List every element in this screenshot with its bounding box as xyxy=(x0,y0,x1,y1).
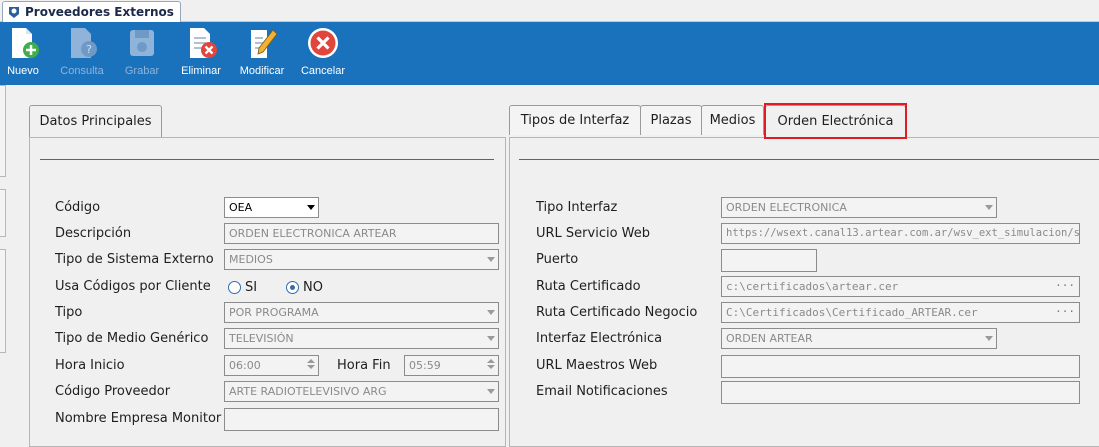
url-maestros-label: URL Maestros Web xyxy=(536,358,658,373)
ruta-cert-neg-field[interactable]: C:\Certificados\Certificado_ARTEAR.cer ·… xyxy=(721,302,1080,323)
new-document-icon xyxy=(12,28,39,58)
modificar-button[interactable]: Modificar xyxy=(233,26,291,77)
tab-datos-principales[interactable]: Datos Principales xyxy=(29,105,162,137)
radio-no-label: NO xyxy=(303,280,323,295)
save-icon xyxy=(130,30,154,56)
tab-label: Medios xyxy=(709,113,756,128)
nombre-empresa-field[interactable] xyxy=(224,408,499,431)
browse-ellipsis-icon[interactable]: ··· xyxy=(1055,279,1075,292)
tipo-medio-label: Tipo de Medio Genérico xyxy=(55,331,209,346)
query-document-icon: ? xyxy=(71,28,97,58)
tipo-medio-value: TELEVISIÓN xyxy=(229,332,294,345)
usa-codigos-label: Usa Códigos por Cliente xyxy=(55,279,211,294)
browse-ellipsis-icon[interactable]: ··· xyxy=(1055,305,1075,318)
tipo-sistema-select[interactable]: MEDIOS xyxy=(224,249,499,270)
nombre-empresa-label: Nombre Empresa Monitor xyxy=(55,411,222,426)
document-tab-title: Proveedores Externos xyxy=(25,5,174,19)
tab-label: Plazas xyxy=(650,113,692,128)
left-collapsed-strip xyxy=(0,85,8,438)
chevron-down-icon xyxy=(985,205,993,210)
hora-inicio-spinner[interactable]: 06:00 xyxy=(224,355,319,376)
tab-tipos-interfaz[interactable]: Tipos de Interfaz xyxy=(509,105,641,135)
hora-fin-spinner[interactable]: 05:59 xyxy=(404,355,499,376)
tipo-interfaz-label: Tipo Interfaz xyxy=(536,200,618,215)
hora-fin-value: 05:59 xyxy=(409,359,441,372)
edit-document-icon xyxy=(251,29,278,58)
chevron-down-icon xyxy=(487,389,495,394)
collapsed-panel-2[interactable] xyxy=(0,189,6,237)
url-servicio-label: URL Servicio Web xyxy=(536,226,651,241)
descripcion-value: ORDEN ELECTRONICA ARTEAR xyxy=(229,227,397,240)
ruta-cert-field[interactable]: c:\certificados\artear.cer ··· xyxy=(721,276,1080,297)
tipo-interfaz-value: ORDEN ELECTRONICA xyxy=(726,201,847,214)
toolbar: Nuevo ? Consulta Grabar Eliminar Modific… xyxy=(0,22,1099,85)
divider-line xyxy=(519,159,1099,160)
eliminar-button[interactable]: Eliminar xyxy=(172,26,230,77)
delete-document-icon xyxy=(190,28,217,58)
hora-inicio-value: 06:00 xyxy=(229,359,261,372)
app-icon xyxy=(9,7,19,18)
interfaz-elec-label: Interfaz Electrónica xyxy=(536,331,663,346)
tipo-select[interactable]: POR PROGRAMA xyxy=(224,302,499,323)
svg-text:?: ? xyxy=(86,43,92,56)
ruta-cert-neg-label: Ruta Certificado Negocio xyxy=(536,305,698,320)
document-tab[interactable]: Proveedores Externos xyxy=(2,1,181,22)
highlight-box xyxy=(764,103,907,139)
codigo-proveedor-label: Código Proveedor xyxy=(55,384,171,399)
hora-fin-label: Hora Fin xyxy=(337,358,391,373)
tipo-medio-select[interactable]: TELEVISIÓN xyxy=(224,328,499,349)
radio-si[interactable]: SI xyxy=(228,280,257,295)
interfaz-elec-select[interactable]: ORDEN ARTEAR xyxy=(721,328,997,349)
divider-line xyxy=(40,159,494,160)
chevron-down-icon xyxy=(487,336,495,341)
interfaz-elec-value: ORDEN ARTEAR xyxy=(726,332,813,345)
hora-inicio-label: Hora Inicio xyxy=(55,358,125,373)
ruta-cert-value: c:\certificados\artear.cer xyxy=(726,280,899,293)
chevron-down-icon xyxy=(985,336,993,341)
email-field[interactable] xyxy=(721,381,1080,404)
grabar-button[interactable]: Grabar xyxy=(113,26,171,77)
nuevo-button[interactable]: Nuevo xyxy=(0,26,52,77)
descripcion-field[interactable]: ORDEN ELECTRONICA ARTEAR xyxy=(224,223,499,244)
chevron-down-icon xyxy=(307,205,315,210)
cancel-icon xyxy=(308,28,338,58)
ruta-cert-label: Ruta Certificado xyxy=(536,279,641,294)
tab-label: Datos Principales xyxy=(39,114,152,129)
codigo-label: Código xyxy=(55,200,101,215)
tab-plazas[interactable]: Plazas xyxy=(640,105,702,135)
url-servicio-value: https://wsext.canal13.artear.com.ar/wsv_… xyxy=(726,227,1080,239)
codigo-proveedor-select[interactable]: ARTE RADIOTELEVISIVO ARG xyxy=(224,381,499,402)
codigo-value: OEA xyxy=(229,201,253,214)
descripcion-label: Descripción xyxy=(55,226,132,241)
radio-no[interactable]: NO xyxy=(286,280,323,295)
tab-label: Tipos de Interfaz xyxy=(520,113,630,128)
chevron-down-icon xyxy=(487,257,495,262)
url-maestros-field[interactable] xyxy=(721,355,1080,378)
tab-medios[interactable]: Medios xyxy=(701,105,764,135)
collapsed-panel-3[interactable] xyxy=(0,249,6,353)
codigo-select[interactable]: OEA xyxy=(224,197,319,218)
document-tabstrip: Proveedores Externos xyxy=(0,0,1099,22)
tipo-sistema-value: MEDIOS xyxy=(229,253,273,266)
radio-circle-selected xyxy=(286,281,299,294)
spinner-icon[interactable] xyxy=(486,358,496,373)
ruta-cert-neg-value: C:\Certificados\Certificado_ARTEAR.cer xyxy=(726,306,978,319)
radio-si-label: SI xyxy=(245,280,258,295)
puerto-label: Puerto xyxy=(536,252,579,267)
chevron-down-icon xyxy=(487,310,495,315)
cancelar-button[interactable]: Cancelar xyxy=(294,26,352,77)
tipo-value: POR PROGRAMA xyxy=(229,306,319,319)
email-label: Email Notificaciones xyxy=(536,384,668,399)
url-servicio-field[interactable]: https://wsext.canal13.artear.com.ar/wsv_… xyxy=(721,223,1080,244)
collapsed-panel-1[interactable] xyxy=(0,85,6,177)
consulta-button[interactable]: ? Consulta xyxy=(53,26,111,77)
codigo-proveedor-value: ARTE RADIOTELEVISIVO ARG xyxy=(229,385,387,398)
tipo-interfaz-select[interactable]: ORDEN ELECTRONICA xyxy=(721,197,997,218)
spinner-icon[interactable] xyxy=(306,358,316,373)
tipo-sistema-label: Tipo de Sistema Externo xyxy=(55,252,214,267)
tipo-label: Tipo xyxy=(55,305,83,320)
puerto-field[interactable] xyxy=(721,249,817,272)
radio-circle xyxy=(228,281,241,294)
